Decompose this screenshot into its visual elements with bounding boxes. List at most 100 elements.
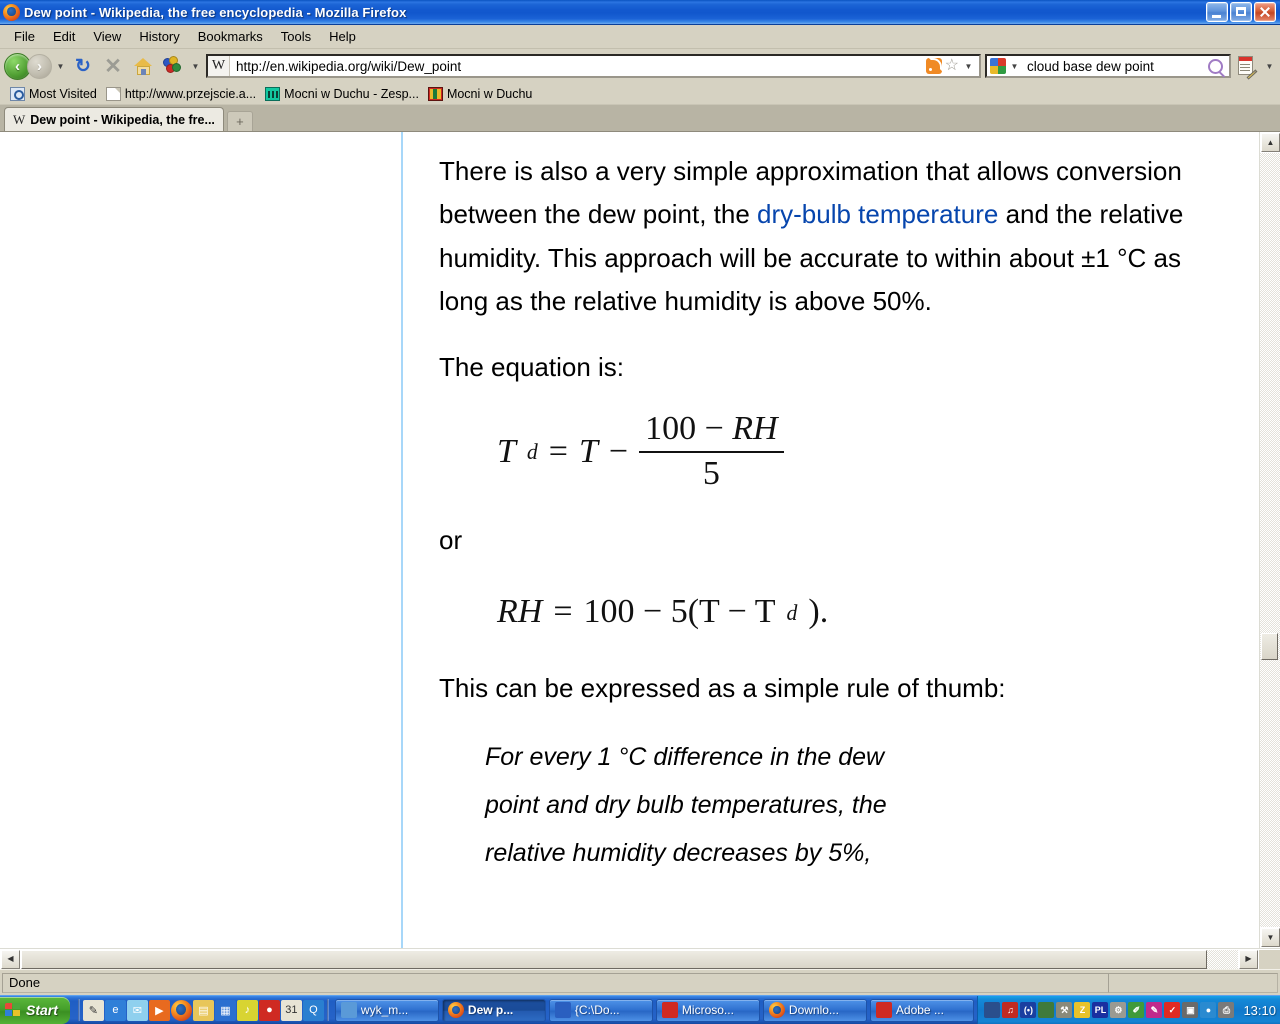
menu-help[interactable]: Help — [320, 27, 365, 46]
search-input[interactable]: cloud base dew point — [1021, 59, 1208, 74]
calendar-icon[interactable]: 31 — [280, 999, 302, 1021]
tab-dew-point[interactable]: W Dew point - Wikipedia, the fre... — [4, 107, 224, 131]
settings-icon[interactable]: ⚙ — [1110, 1002, 1127, 1018]
vertical-scroll-track[interactable] — [1260, 153, 1280, 927]
taskbar-button[interactable]: wyk_m... — [334, 998, 439, 1022]
maximize-button[interactable] — [1230, 2, 1252, 22]
wikipedia-favicon: W — [13, 111, 26, 127]
scroll-right-button[interactable]: ▶ — [1239, 949, 1258, 969]
bookmark-mocni-w-duchu-zesp[interactable]: Mocni w Duchu - Zesp... — [263, 86, 426, 102]
link-dry-bulb-temperature[interactable]: dry-bulb temperature — [757, 199, 998, 229]
google-icon[interactable] — [990, 58, 1006, 74]
url-dropdown-icon[interactable]: ▼ — [962, 56, 975, 76]
bookmark-mocni-w-duchu[interactable]: Mocni w Duchu — [426, 86, 539, 102]
article-paragraph-2: The equation is: — [439, 351, 625, 382]
menu-bookmarks[interactable]: Bookmarks — [189, 27, 272, 46]
wireless-icon[interactable]: (•) — [1020, 1002, 1037, 1018]
new-tab-button[interactable]: + — [226, 111, 253, 131]
internet-explorer-icon[interactable]: e — [104, 999, 126, 1021]
scroll-down-button[interactable]: ▼ — [1261, 928, 1280, 947]
outlook-express-icon[interactable]: ✉ — [126, 999, 148, 1021]
volume-icon[interactable]: ♫ — [1002, 1002, 1019, 1018]
minimize-button[interactable] — [1206, 2, 1228, 22]
brush-icon[interactable]: ✎ — [1146, 1002, 1163, 1018]
display-icon[interactable] — [1038, 1002, 1055, 1018]
url-bar[interactable]: W http://en.wikipedia.org/wiki/Dew_point… — [206, 54, 981, 78]
firefox-icon[interactable] — [170, 999, 192, 1021]
wiki-sidebar — [0, 132, 403, 948]
close-button[interactable] — [1254, 2, 1276, 22]
explorer-folder-icon[interactable]: ▤ — [192, 999, 214, 1021]
history-dropdown-button[interactable]: ▼ — [54, 56, 67, 76]
media-player-icon[interactable]: ▶ — [148, 999, 170, 1021]
printer-icon[interactable]: ⎙ — [1218, 1002, 1235, 1018]
search-engine-dropdown-icon[interactable]: ▼ — [1008, 56, 1021, 76]
search-box[interactable]: ▼ cloud base dew point — [985, 54, 1231, 78]
horizontal-scroll-thumb[interactable] — [21, 949, 1207, 969]
reload-button[interactable]: ↻ — [69, 53, 97, 79]
paint-icon[interactable]: ✐ — [1128, 1002, 1145, 1018]
horizontal-scroll-track[interactable] — [21, 949, 1238, 969]
chevron-down-icon: ▼ — [1266, 932, 1275, 942]
horizontal-scrollbar[interactable]: ◀ ▶ — [0, 948, 1280, 969]
menu-edit[interactable]: Edit — [44, 27, 84, 46]
menu-view[interactable]: View — [84, 27, 130, 46]
system-tray: ♫ (•) ⚒ Z PL ⚙ ✐ ✎ ✓ ▣ ● ⎙ 13:10 — [977, 995, 1280, 1024]
bookmark-przejscie[interactable]: http://www.przejscie.a... — [104, 86, 263, 102]
toolbar-overflow-button[interactable]: ▼ — [189, 56, 202, 76]
taskbar-clock[interactable]: 13:10 — [1243, 1003, 1276, 1018]
menu-bar: File Edit View History Bookmarks Tools H… — [0, 25, 1280, 49]
notes-dropdown-button[interactable]: ▼ — [1263, 56, 1276, 76]
quicktime-icon[interactable]: Q — [302, 999, 324, 1021]
rss-feed-icon[interactable] — [925, 58, 942, 74]
globe-icon[interactable]: ● — [1200, 1002, 1217, 1018]
winamp-icon[interactable]: ♪ — [236, 999, 258, 1021]
notes-button[interactable] — [1233, 53, 1261, 80]
wiki-article-content: There is also a very simple approximatio… — [403, 132, 1259, 948]
filezilla-icon[interactable]: Z — [1074, 1002, 1091, 1018]
record-icon[interactable]: ● — [258, 999, 280, 1021]
scroll-up-button[interactable]: ▲ — [1261, 133, 1280, 152]
monitor-icon[interactable]: ▣ — [1182, 1002, 1199, 1018]
start-label: Start — [26, 1002, 58, 1018]
bookmark-most-visited[interactable]: Most Visited — [8, 86, 104, 102]
mocni-chart-icon — [265, 86, 281, 101]
network-icon[interactable] — [984, 1002, 1001, 1018]
bookmark-star-icon[interactable]: ☆ — [945, 58, 959, 74]
menu-tools[interactable]: Tools — [272, 27, 320, 46]
vertical-scroll-thumb[interactable] — [1261, 632, 1278, 660]
taskbar-button[interactable]: Dew p... — [441, 998, 546, 1022]
addon-button[interactable] — [159, 53, 187, 79]
taskbar-button[interactable]: Microso... — [655, 998, 760, 1022]
chevron-up-icon: ▲ — [1266, 137, 1275, 147]
taskbar-button-label: Adobe ... — [895, 1003, 944, 1017]
taskbar-button[interactable]: Downlo... — [762, 998, 867, 1022]
forward-button[interactable]: › — [27, 53, 52, 79]
url-bar-actions: ☆ ▼ — [925, 56, 979, 76]
url-input[interactable]: http://en.wikipedia.org/wiki/Dew_point — [230, 59, 926, 74]
home-button[interactable] — [129, 53, 157, 79]
eq1-num-right: RH — [732, 410, 778, 448]
stop-button[interactable]: ✕ — [99, 53, 127, 79]
start-button[interactable]: Start — [0, 996, 70, 1024]
antivirus-icon[interactable]: ✓ — [1164, 1002, 1181, 1018]
language-icon[interactable]: PL — [1092, 1002, 1109, 1018]
tab-bar: W Dew point - Wikipedia, the fre... + — [0, 105, 1280, 132]
tools-icon[interactable]: ⚒ — [1056, 1002, 1073, 1018]
vertical-scrollbar[interactable]: ▲ ▼ — [1259, 132, 1280, 948]
menu-history[interactable]: History — [130, 27, 188, 46]
equation-2-image: RH = 100 − 5(T − T d). — [497, 584, 828, 641]
equation-1: Td = T −100 − RH 5 — [439, 410, 1199, 493]
taskbar-button[interactable]: {C:\Do... — [548, 998, 653, 1022]
bookmark-label: Mocni w Duchu - Zesp... — [284, 86, 419, 101]
menu-file[interactable]: File — [5, 27, 44, 46]
search-icon[interactable] — [1208, 58, 1223, 74]
firefox-icon — [3, 3, 20, 21]
eq2-rhs-subscript: d — [786, 600, 798, 625]
notepad-edit-icon[interactable]: ✎ — [82, 999, 104, 1021]
taskbar-button[interactable]: Adobe ... — [869, 998, 974, 1022]
calculator-icon[interactable]: ▦ — [214, 999, 236, 1021]
eq1-term: T — [578, 432, 598, 470]
eq2-equals: = — [553, 593, 573, 631]
scroll-left-button[interactable]: ◀ — [1, 949, 20, 969]
